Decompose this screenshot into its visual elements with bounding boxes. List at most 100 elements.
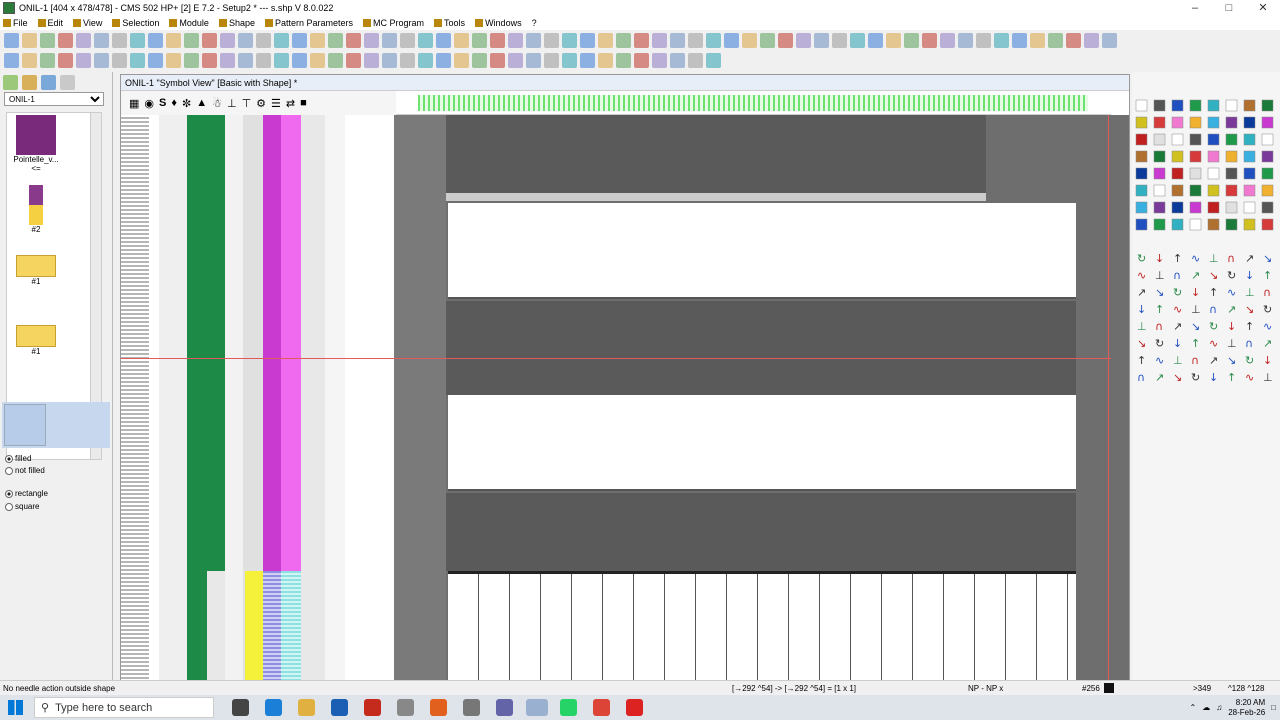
stitch-symbol-icon[interactable]: ∩: [1173, 269, 1181, 282]
color-swatch[interactable]: [1243, 133, 1256, 146]
redo-icon[interactable]: [400, 32, 415, 48]
edge-icon[interactable]: [265, 699, 282, 716]
color-swatch[interactable]: [1225, 184, 1238, 197]
lock-icon[interactable]: [94, 52, 109, 68]
mark-icon[interactable]: ⊤: [242, 97, 252, 110]
pattern-select[interactable]: ONIL-1: [4, 92, 104, 106]
pencil-icon[interactable]: [436, 32, 451, 48]
paste-icon[interactable]: [94, 32, 109, 48]
app-icon[interactable]: [364, 699, 381, 716]
menu-edit[interactable]: Edit: [37, 18, 63, 28]
line-icon[interactable]: [454, 32, 469, 48]
color-swatch[interactable]: [1207, 167, 1220, 180]
arrow-icon[interactable]: [544, 52, 559, 68]
line-icon[interactable]: [724, 32, 739, 48]
rotate-icon[interactable]: [382, 52, 397, 68]
open-icon[interactable]: [1102, 32, 1117, 48]
new-icon[interactable]: [274, 32, 289, 48]
stitch-symbol-icon[interactable]: ∩: [1263, 286, 1271, 299]
align-icon[interactable]: [22, 52, 37, 68]
grid-icon[interactable]: [292, 52, 307, 68]
windows-start-icon[interactable]: [8, 700, 23, 715]
stitch-symbol-icon[interactable]: ⊥: [1209, 252, 1219, 265]
open-icon[interactable]: [292, 32, 307, 48]
stitch-symbol-icon[interactable]: ↗: [1245, 252, 1254, 265]
firefox-icon[interactable]: [430, 699, 447, 716]
mirror-icon[interactable]: [148, 52, 163, 68]
color-swatch[interactable]: [1207, 184, 1220, 197]
module-tool-icon[interactable]: ♦: [171, 97, 177, 109]
stitch-symbol-icon[interactable]: ⊥: [1245, 286, 1255, 299]
thumb-item[interactable]: #2: [11, 185, 61, 234]
color-swatch[interactable]: [1153, 133, 1166, 146]
radio-icon[interactable]: [5, 489, 13, 498]
open-icon[interactable]: [562, 32, 577, 48]
color-swatch[interactable]: [1207, 116, 1220, 129]
stitch-symbol-icon[interactable]: ↗: [1137, 286, 1146, 299]
color-swatch[interactable]: [1153, 218, 1166, 231]
open-icon[interactable]: [22, 32, 37, 48]
ellipse-icon[interactable]: [760, 32, 775, 48]
mirror-icon[interactable]: [364, 52, 379, 68]
color-swatch[interactable]: [1153, 150, 1166, 163]
menu-tools[interactable]: Tools: [434, 18, 465, 28]
cut-icon[interactable]: [328, 32, 343, 48]
menu-shape[interactable]: Shape: [218, 18, 255, 28]
color-swatch[interactable]: [1135, 116, 1148, 129]
rotate-icon[interactable]: [58, 52, 73, 68]
arrow-icon[interactable]: [652, 52, 667, 68]
zoom-icon[interactable]: [688, 32, 703, 48]
color-swatch[interactable]: [1243, 116, 1256, 129]
save-icon[interactable]: [310, 32, 325, 48]
stitch-symbol-icon[interactable]: ↻: [1191, 371, 1200, 384]
select-icon[interactable]: [256, 32, 271, 48]
stitch-symbol-icon[interactable]: ∩: [1137, 371, 1145, 384]
pencil-icon[interactable]: [166, 32, 181, 48]
grid-icon[interactable]: [76, 52, 91, 68]
stitch-symbol-icon[interactable]: ∩: [1155, 320, 1163, 333]
mirror-icon[interactable]: [40, 52, 55, 68]
rotate-icon[interactable]: [166, 52, 181, 68]
paste-icon[interactable]: [904, 32, 919, 48]
mirror-icon[interactable]: [688, 52, 703, 68]
arrows-icon[interactable]: ⇄: [286, 97, 295, 110]
color-swatch[interactable]: [1207, 218, 1220, 231]
ellipse-icon[interactable]: [1030, 32, 1045, 48]
stitch-symbol-icon[interactable]: ↓: [1155, 252, 1164, 265]
stitch-symbol-icon[interactable]: ↘: [1263, 252, 1272, 265]
align-icon[interactable]: [670, 52, 685, 68]
color-swatch[interactable]: [1153, 184, 1166, 197]
copy-icon[interactable]: [616, 32, 631, 48]
color-swatch[interactable]: [1243, 184, 1256, 197]
app-icon[interactable]: [463, 699, 480, 716]
chevron-up-icon[interactable]: ⌃: [1190, 703, 1197, 712]
settings-icon[interactable]: ⚙: [256, 97, 266, 110]
copy-icon[interactable]: [886, 32, 901, 48]
maximize-icon[interactable]: □: [1212, 0, 1246, 16]
stitch-symbol-icon[interactable]: ↗: [1191, 269, 1200, 282]
menu-windows[interactable]: Windows: [475, 18, 522, 28]
grid-icon[interactable]: [508, 52, 523, 68]
stitch-symbol-icon[interactable]: ↘: [1191, 320, 1200, 333]
align-icon[interactable]: [130, 52, 145, 68]
stitch-symbol-icon[interactable]: ↑: [1191, 337, 1200, 350]
stitch-symbol-icon[interactable]: ⊥: [1263, 371, 1273, 384]
arrow-icon[interactable]: [220, 52, 235, 68]
stitch-symbol-icon[interactable]: ↗: [1263, 337, 1272, 350]
fill-icon[interactable]: [778, 32, 793, 48]
color-swatch[interactable]: [1207, 201, 1220, 214]
color-swatch[interactable]: [1171, 167, 1184, 180]
stitch-symbol-icon[interactable]: ↗: [1227, 303, 1236, 316]
pencil-icon[interactable]: [976, 32, 991, 48]
stitch-symbol-icon[interactable]: ↑: [1155, 303, 1164, 316]
zoom-icon[interactable]: [148, 32, 163, 48]
color-swatch[interactable]: [1225, 150, 1238, 163]
undo-icon[interactable]: [382, 32, 397, 48]
color-swatch[interactable]: [1135, 167, 1148, 180]
menu-file[interactable]: File: [3, 18, 28, 28]
rotate-icon[interactable]: [706, 52, 721, 68]
color-swatch[interactable]: [1243, 150, 1256, 163]
zoom-icon[interactable]: [958, 32, 973, 48]
clock[interactable]: 8:20 AM 28-Feb-26: [1228, 698, 1265, 718]
stitch-symbol-icon[interactable]: ↓: [1209, 371, 1218, 384]
